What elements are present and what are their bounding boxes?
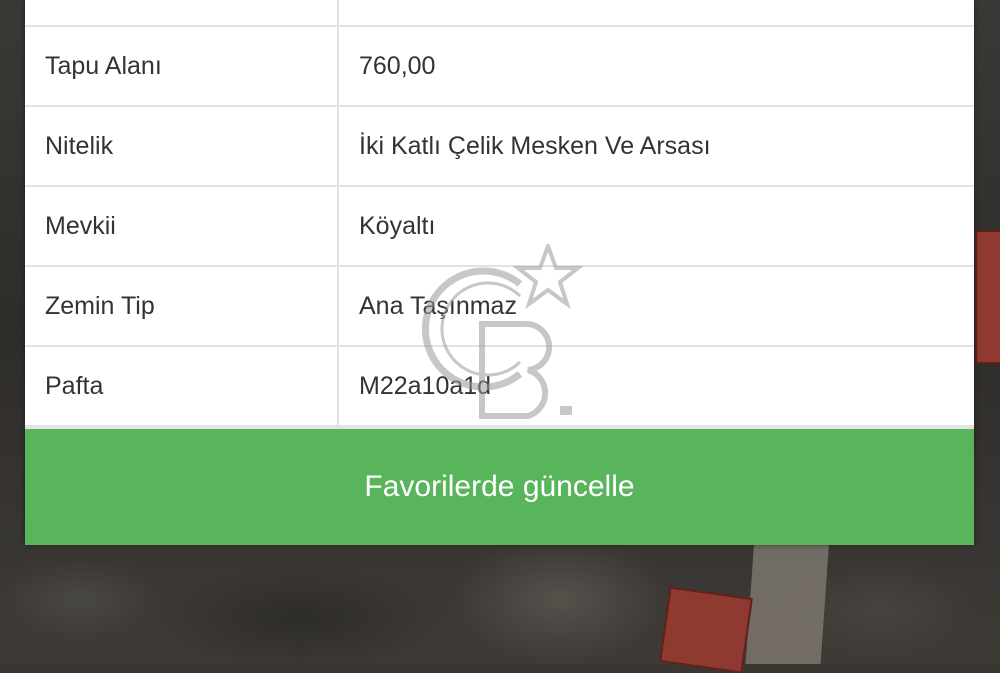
row-label: Nitelik	[25, 107, 339, 185]
row-label: Zemin Tip	[25, 267, 339, 345]
row-value: 760,00	[359, 51, 436, 80]
table-row-zemin-tip: Zemin Tip Ana Taşınmaz	[25, 267, 974, 347]
property-details-panel: Tapu Alanı 760,00 Nitelik İki Katlı Çeli…	[25, 0, 974, 545]
row-value: Ana Taşınmaz	[359, 291, 517, 320]
row-value: Köyaltı	[359, 211, 436, 240]
table-row-mevkii: Mevkii Köyaltı	[25, 187, 974, 267]
row-label: Pafta	[25, 347, 339, 425]
table-row-partial	[25, 0, 974, 27]
row-label: Mevkii	[25, 187, 339, 265]
update-favorites-button[interactable]: Favorilerde güncelle	[25, 427, 974, 545]
map-building-roof	[659, 586, 753, 673]
row-label: Tapu Alanı	[25, 27, 339, 105]
map-road	[745, 538, 830, 664]
table-row-nitelik: Nitelik İki Katlı Çelik Mesken Ve Arsası	[25, 107, 974, 187]
table-row-pafta: Pafta M22a10a1d	[25, 347, 974, 427]
row-value: M22a10a1d	[359, 371, 492, 400]
row-value-cell	[339, 0, 974, 25]
map-building-roof	[975, 230, 1000, 364]
table-row-tapu-alani: Tapu Alanı 760,00	[25, 27, 974, 107]
row-label-cell	[25, 0, 339, 25]
row-value: İki Katlı Çelik Mesken Ve Arsası	[359, 131, 711, 160]
